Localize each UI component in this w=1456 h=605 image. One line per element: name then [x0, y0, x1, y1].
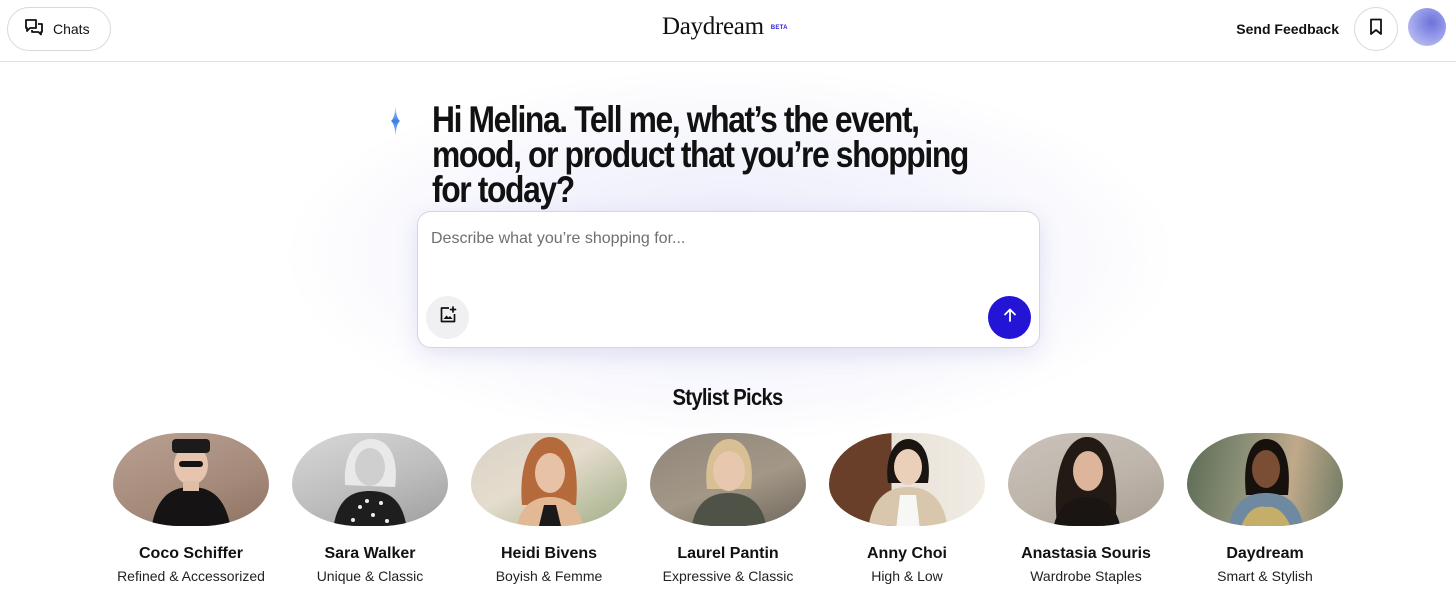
stylist-card-anny-choi[interactable]: Anny Choi High & Low: [829, 433, 985, 586]
chat-bubbles-icon: [24, 18, 44, 41]
stylist-portrait: [650, 433, 806, 526]
stylist-name: Anny Choi: [867, 545, 947, 562]
stylist-name: Daydream: [1226, 545, 1304, 562]
stylist-card-daydream[interactable]: Daydream Smart & Stylish: [1187, 433, 1343, 586]
prompt-box: [417, 211, 1040, 348]
stylist-name: Sara Walker: [324, 545, 416, 562]
image-upload-icon: [439, 306, 457, 329]
sparkle-icon: [391, 106, 400, 136]
stylist-description: High & Low: [871, 568, 943, 584]
stylist-card-laurel-pantin[interactable]: Laurel Pantin Expressive & Classic: [650, 433, 806, 586]
stylist-picks-title: Stylist Picks: [0, 384, 1456, 411]
stylist-portrait: [1008, 433, 1164, 526]
stylist-portrait: [471, 433, 627, 526]
image-upload-button[interactable]: [426, 296, 469, 339]
stylist-portrait: [1187, 433, 1343, 526]
stylist-name: Anastasia Souris: [1021, 545, 1151, 562]
greeting-headline: Hi Melina. Tell me, what’s the event, mo…: [432, 99, 969, 210]
stylist-description: Wardrobe Staples: [1030, 568, 1142, 584]
brand-logo[interactable]: Daydream BETA: [662, 12, 788, 42]
stylist-picks-heading: Stylist Picks: [672, 384, 784, 410]
stylist-card-heidi-bivens[interactable]: Heidi Bivens Boyish & Femme: [471, 433, 627, 586]
stylist-portrait: [829, 433, 985, 526]
stylist-name: Heidi Bivens: [500, 545, 598, 562]
stylist-description: Boyish & Femme: [495, 568, 603, 584]
stylist-name: Laurel Pantin: [677, 545, 779, 562]
arrow-up-icon: [1002, 307, 1018, 328]
submit-button[interactable]: [988, 296, 1031, 339]
top-bar: Chats Daydream BETA Send Feedback: [0, 0, 1456, 62]
stylist-portrait: [292, 433, 448, 526]
stylist-description: Smart & Stylish: [1217, 568, 1313, 584]
beta-badge: BETA: [770, 25, 788, 31]
stylist-card-anastasia-souris[interactable]: Anastasia Souris Wardrobe Staples: [1008, 433, 1164, 586]
user-avatar[interactable]: [1408, 8, 1446, 46]
chats-label: Chats: [53, 21, 90, 37]
send-feedback-link[interactable]: Send Feedback: [1236, 19, 1339, 39]
bookmark-icon: [1369, 18, 1383, 41]
chats-button[interactable]: Chats: [7, 7, 111, 51]
stylist-description: Unique & Classic: [316, 568, 424, 584]
stylist-description: Refined & Accessorized: [117, 568, 265, 584]
stylist-description: Expressive & Classic: [662, 568, 794, 584]
bookmarks-button[interactable]: [1354, 7, 1398, 51]
stylist-name: Coco Schiffer: [138, 545, 243, 562]
shopping-prompt-input[interactable]: [429, 226, 1029, 252]
logo-text: Daydream: [662, 13, 764, 40]
stylist-portrait: [113, 433, 269, 526]
stylist-card-coco-schiffer[interactable]: Coco Schiffer Refined & Accessorized: [113, 433, 269, 586]
stylist-card-sara-walker[interactable]: Sara Walker Unique & Classic: [292, 433, 448, 586]
